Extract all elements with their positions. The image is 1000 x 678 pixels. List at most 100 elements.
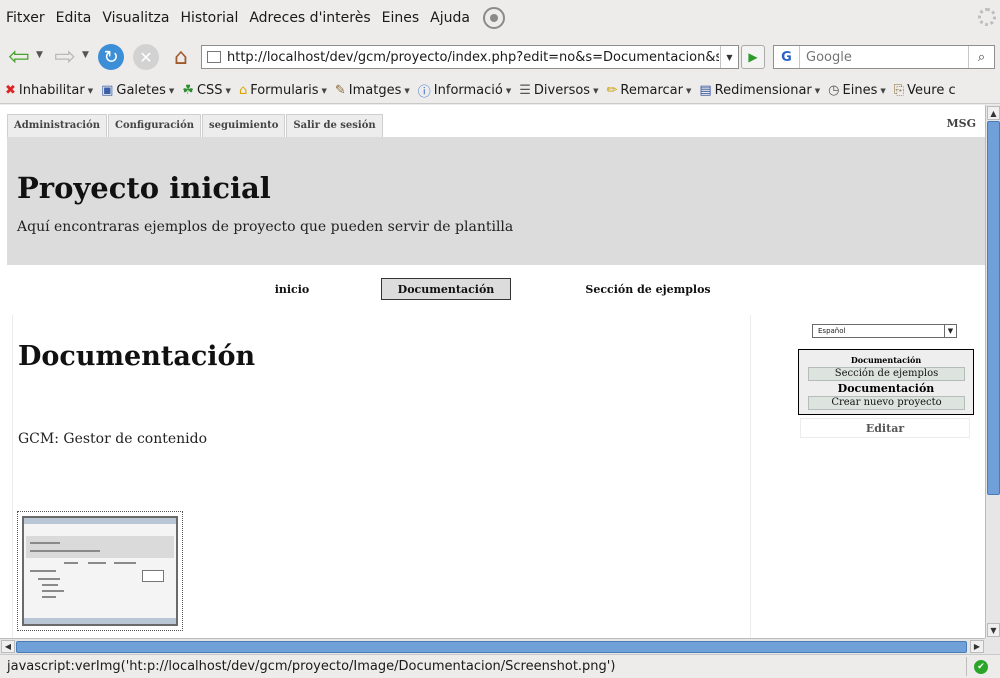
- stop-icon[interactable]: ✕: [133, 44, 159, 70]
- search-engine-icon[interactable]: G: [774, 46, 800, 68]
- list-icon: ☰: [519, 83, 531, 98]
- scroll-left-icon[interactable]: ◀: [1, 640, 15, 653]
- search-icon[interactable]: ⌕: [968, 46, 994, 68]
- check-icon[interactable]: ✔: [974, 660, 988, 674]
- scroll-corner: [985, 638, 1000, 654]
- toolbar-galetes[interactable]: ▣ Galetes ▼: [101, 83, 174, 98]
- scroll-right-icon[interactable]: ▶: [970, 640, 984, 653]
- content-title: Documentación: [18, 341, 256, 372]
- image-icon: ✎: [334, 83, 346, 98]
- pen-icon: ✏: [606, 83, 618, 98]
- address-bar[interactable]: http://localhost/dev/gcm/proyecto/index.…: [201, 45, 739, 69]
- dropdown-icon: ▼: [505, 86, 512, 95]
- address-url[interactable]: http://localhost/dev/gcm/proyecto/index.…: [227, 50, 719, 65]
- menu-ajuda[interactable]: Ajuda: [430, 10, 470, 26]
- menu-visualitza[interactable]: Visualitza: [102, 10, 169, 26]
- toolbar-remarcar[interactable]: ✏ Remarcar ▼: [606, 83, 691, 98]
- dropdown-icon: ▼: [404, 86, 410, 95]
- search-input[interactable]: [800, 49, 964, 65]
- dropdown-icon: ▼: [87, 86, 94, 95]
- back-history-dropdown-icon[interactable]: ▼: [36, 50, 43, 60]
- content-divider-left: [12, 315, 13, 638]
- toolbar-css[interactable]: ☘ CSS ▼: [182, 83, 231, 98]
- content-description: GCM: Gestor de contenido: [18, 431, 208, 447]
- clock-icon: ◷: [828, 83, 840, 98]
- sidebar-link-crear-nuevo-proyecto[interactable]: Crear nuevo proyecto: [808, 396, 965, 410]
- site-title: Proyecto inicial: [17, 171, 271, 205]
- scroll-up-icon[interactable]: ▲: [987, 106, 1000, 120]
- tab-administracion[interactable]: Administración: [7, 114, 108, 137]
- info-icon: ⓘ: [417, 85, 431, 100]
- language-select[interactable]: Español ▼: [812, 324, 957, 338]
- vertical-scroll-thumb[interactable]: [987, 121, 1000, 495]
- cookie-icon: ▣: [101, 83, 114, 98]
- status-bar: javascript:verImg('ht:p://localhost/dev/…: [0, 654, 1000, 678]
- screenshot-image: [22, 516, 178, 626]
- horizontal-scrollbar[interactable]: ◀ ▶: [0, 638, 985, 654]
- dropdown-icon: ▼: [880, 86, 886, 95]
- menu-edita[interactable]: Edita: [56, 10, 92, 26]
- menu-fitxer[interactable]: Fitxer: [6, 10, 45, 26]
- window-icon: ▤: [699, 83, 712, 98]
- web-page: Administración Configuración seguimiento…: [0, 105, 985, 638]
- x-icon: ✖: [5, 83, 16, 98]
- forward-arrow-icon[interactable]: ⇨: [52, 44, 78, 70]
- menu-adreces[interactable]: Adreces d'interès: [249, 10, 370, 26]
- sidebar-menu: Documentación Sección de ejemplos Docume…: [798, 349, 974, 415]
- dropdown-icon: ▼: [225, 86, 231, 95]
- go-button[interactable]: ▶: [741, 45, 765, 69]
- back-arrow-icon[interactable]: ⇦: [6, 44, 32, 70]
- css-icon: ☘: [182, 83, 194, 98]
- lock-icon: ⌂: [238, 83, 248, 98]
- edit-button[interactable]: Editar: [800, 418, 970, 438]
- screenshot-thumbnail[interactable]: [17, 511, 183, 631]
- tab-salir-de-sesion[interactable]: Salir de sesión: [286, 114, 383, 137]
- content-divider-right: [750, 315, 751, 638]
- home-icon[interactable]: ⌂: [168, 44, 194, 70]
- tab-configuracion[interactable]: Configuración: [108, 114, 202, 137]
- menu-historial[interactable]: Historial: [180, 10, 238, 26]
- web-developer-toolbar: ✖ Inhabilitar ▼ ▣ Galetes ▼ ☘ CSS ▼ ⌂ Formulari…: [0, 78, 1000, 104]
- sidebar-current-section: Documentación: [837, 382, 935, 395]
- gear-icon[interactable]: [482, 7, 505, 29]
- clipboard-icon: ⎘: [893, 83, 905, 98]
- throbber-icon: [978, 8, 996, 26]
- site-subtitle: Aquí encontraras ejemplos de proyecto qu…: [17, 219, 514, 235]
- dropdown-icon: ▼: [321, 86, 327, 95]
- search-box[interactable]: G ⌕: [773, 45, 995, 69]
- dropdown-icon: ▼: [685, 86, 692, 95]
- dropdown-icon: ▼: [814, 86, 821, 95]
- sidebar-link-seccion-de-ejemplos[interactable]: Sección de ejemplos: [808, 367, 965, 381]
- toolbar-veure-codi[interactable]: ⎘ Veure c: [894, 83, 956, 98]
- tab-seguimiento[interactable]: seguimiento: [202, 114, 286, 137]
- toolbar-formularis[interactable]: ⌂ Formularis ▼: [239, 83, 327, 98]
- forward-history-dropdown-icon[interactable]: ▼: [82, 50, 89, 60]
- status-text: javascript:verImg('ht:p://localhost/dev/…: [7, 659, 616, 674]
- sidebar-heading: Documentación: [850, 355, 922, 365]
- toolbar-inhabilitar[interactable]: ✖ Inhabilitar ▼: [5, 83, 93, 98]
- toolbar-diversos[interactable]: ☰ Diversos ▼: [519, 83, 598, 98]
- msg-link[interactable]: MSG: [946, 117, 976, 130]
- nav-documentacion[interactable]: Documentación: [381, 278, 511, 300]
- scroll-down-icon[interactable]: ▼: [987, 623, 1000, 637]
- toolbar-imatges[interactable]: ✎ Imatges ▼: [335, 83, 410, 98]
- chevron-down-icon: ▼: [944, 325, 956, 337]
- menu-eines[interactable]: Eines: [382, 10, 420, 26]
- menu-bar: Fitxer Edita Visualitza Historial Adrece…: [0, 0, 1000, 36]
- dropdown-icon: ▼: [168, 86, 175, 95]
- toolbar-redimensionar[interactable]: ▤ Redimensionar ▼: [699, 83, 820, 98]
- toolbar-eines[interactable]: ◷ Eines ▼: [828, 83, 886, 98]
- navigation-toolbar: ⇦ ▼ ⇨ ▼ ↻ ✕ ⌂ http://localhost/dev/gcm/p…: [0, 36, 1000, 78]
- nav-inicio[interactable]: inicio: [268, 278, 316, 300]
- vertical-scrollbar[interactable]: ▲ ▼: [985, 105, 1000, 638]
- nav-seccion-de-ejemplos[interactable]: Sección de ejemplos: [581, 278, 715, 300]
- horizontal-scroll-thumb[interactable]: [16, 641, 967, 653]
- site-banner: Proyecto inicial Aquí encontraras ejempl…: [7, 137, 985, 265]
- admin-tabs: Administración Configuración seguimiento…: [7, 114, 384, 137]
- toolbar-informacio[interactable]: ⓘ Informació ▼: [418, 81, 511, 100]
- dropdown-icon: ▼: [593, 86, 599, 95]
- page-favicon-icon: [207, 51, 221, 63]
- address-history-dropdown-icon[interactable]: ▼: [720, 46, 738, 68]
- status-separator: [966, 657, 967, 676]
- reload-icon[interactable]: ↻: [98, 44, 124, 70]
